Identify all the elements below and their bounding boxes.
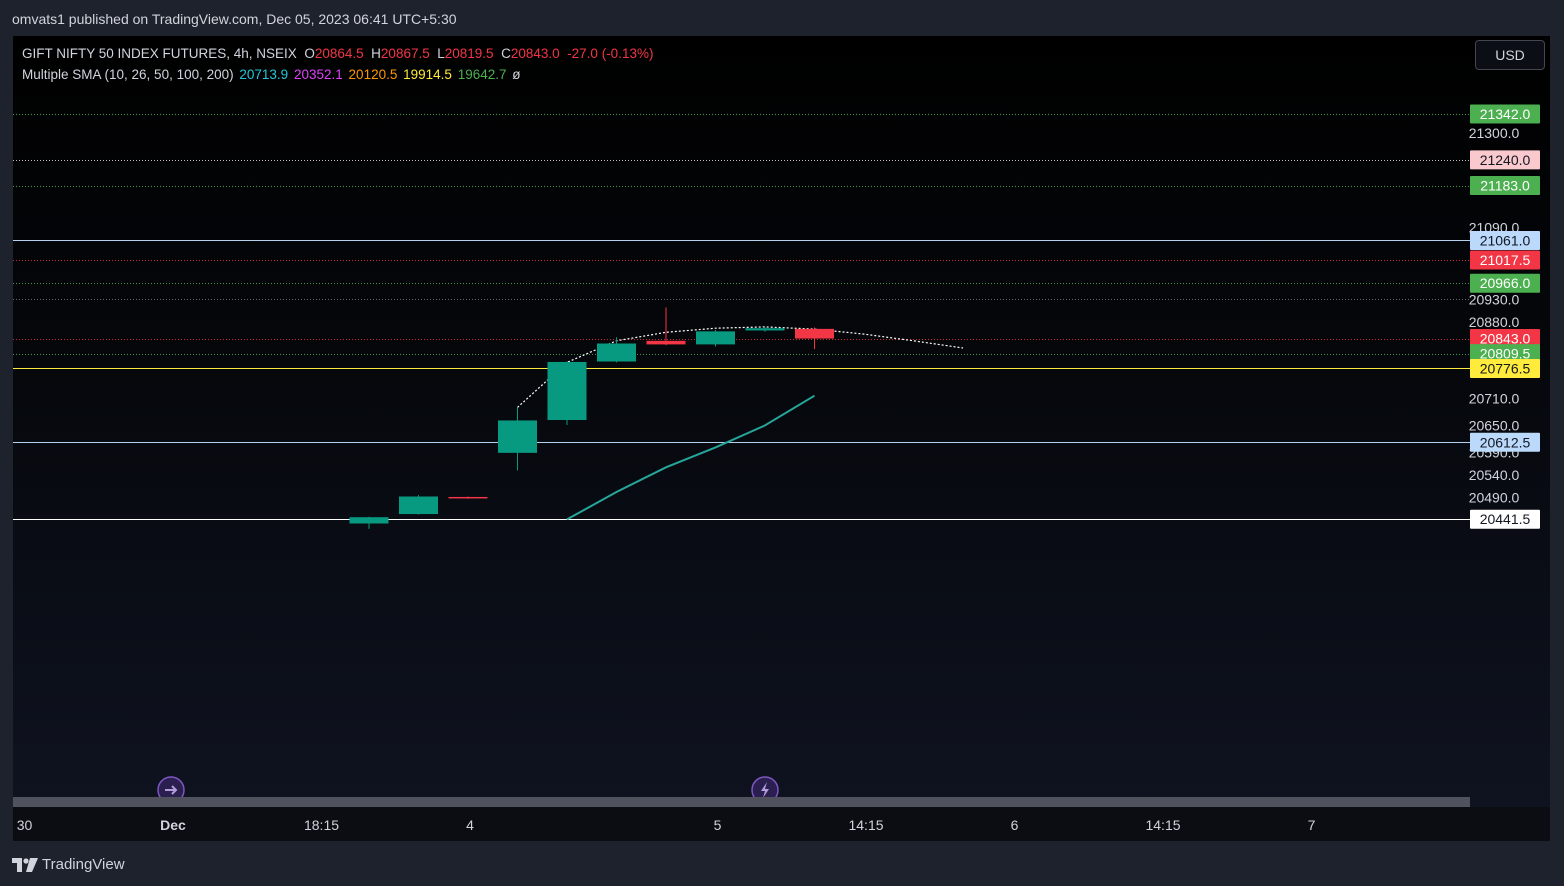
tradingview-logo-icon (12, 857, 38, 872)
sma-value-10: 20713.9 (239, 67, 289, 82)
open-label: O (304, 46, 315, 61)
change-value: -27.0 (-0.13%) (567, 46, 654, 61)
price-label-11[interactable]: 20441.5 (1470, 509, 1540, 529)
price-label-text: 21183.0 (1480, 178, 1530, 194)
candle-body (597, 343, 636, 362)
symbol-title: GIFT NIFTY 50 INDEX FUTURES, 4h, NSEIX (22, 46, 297, 61)
time-tick-label: 5 (713, 817, 722, 833)
time-tick-label: Dec (160, 817, 186, 833)
candle-body (448, 496, 488, 499)
hidden-values-icon[interactable]: ø (512, 67, 520, 82)
candle-body (349, 517, 389, 524)
price-label-text: 20966.0 (1480, 275, 1531, 291)
price-tick-label: 20930.0 (1469, 291, 1520, 307)
price-label-text: 21017.5 (1480, 252, 1531, 268)
top-bar: omvats1 published on TradingView.com, De… (0, 0, 1564, 36)
time-tick-label: 30 (16, 817, 33, 833)
time-tick-label: 14:15 (1145, 817, 1181, 833)
sma-value-26: 20352.1 (293, 67, 343, 82)
symbol-legend: GIFT NIFTY 50 INDEX FUTURES, 4h, NSEIX O… (22, 46, 653, 61)
price-label-text: 21061.0 (1480, 232, 1531, 248)
brand-name: TradingView (42, 856, 125, 873)
sma-title: Multiple SMA (10, 26, 50, 100, 200) (22, 67, 234, 82)
candle-body (399, 496, 438, 515)
published-info: omvats1 published on TradingView.com, De… (12, 11, 457, 27)
time-tick-label: 18:15 (303, 817, 340, 833)
price-tick-label: 21300.0 (1469, 125, 1520, 141)
high-label: H (371, 46, 381, 61)
price-label-text: 21342.0 (1480, 106, 1531, 122)
price-label-text: 20776.5 (1480, 360, 1531, 376)
chart-canvas[interactable]: 21300.021090.020930.020880.020710.020650… (13, 36, 1550, 807)
price-label-9[interactable]: 20776.5 (1470, 358, 1540, 378)
candle-body (646, 340, 686, 345)
candle-1[interactable] (399, 495, 438, 515)
chart-pane[interactable]: 21300.0 21090.0 20930.0 20880.0 20710.0 20650… (13, 36, 1550, 807)
sma-value-50: 20120.5 (348, 67, 398, 82)
price-label-0[interactable]: 21342.0 (1470, 104, 1540, 124)
candle-3[interactable] (498, 407, 537, 471)
candle-body (498, 420, 537, 453)
candle-9[interactable] (795, 327, 834, 350)
currency-button[interactable]: USD (1475, 40, 1545, 70)
price-tick-label: 20710.0 (1469, 390, 1520, 406)
scale-edge-band (13, 797, 1470, 807)
candle-5[interactable] (597, 337, 636, 363)
sma-value-200: 19642.7 (457, 67, 507, 82)
price-tick-label: 20880.0 (1469, 314, 1520, 330)
price-tick-label: 20490.0 (1469, 489, 1520, 505)
footer: TradingView (0, 841, 1564, 886)
time-tick-label: 7 (1307, 817, 1316, 833)
low-value: 20819.5 (444, 46, 494, 61)
sma-line (566, 394, 816, 521)
time-tick-label: 6 (1010, 817, 1019, 833)
candle-7[interactable] (696, 330, 735, 347)
low-label: L (437, 46, 445, 61)
price-label-5[interactable]: 20966.0 (1470, 273, 1540, 293)
candle-body (795, 328, 834, 339)
candle-4[interactable] (547, 361, 587, 425)
candle-body (547, 361, 587, 420)
candle-0[interactable] (349, 516, 389, 529)
price-label-text: 20441.5 (1480, 511, 1531, 527)
candle-2[interactable] (448, 496, 488, 499)
price-label-10[interactable]: 20612.5 (1470, 432, 1540, 452)
price-tick-label: 20540.0 (1469, 467, 1520, 483)
high-value: 20867.5 (380, 46, 430, 61)
close-value: 20843.0 (510, 46, 560, 61)
time-tick-label: 14:15 (848, 817, 884, 833)
sma-value-100: 19914.5 (403, 67, 452, 82)
price-label-4[interactable]: 21017.5 (1470, 250, 1540, 270)
price-tick-label: 20650.0 (1469, 417, 1520, 433)
open-value: 20864.5 (314, 46, 364, 61)
candle-body (696, 331, 735, 345)
tradingview-brand[interactable]: TradingView (12, 856, 125, 873)
close-label: C (501, 46, 511, 61)
price-label-text: 20612.5 (1480, 434, 1531, 450)
price-label-3[interactable]: 21061.0 (1470, 230, 1540, 250)
price-label-text: 21240.0 (1480, 152, 1531, 168)
candle-body (745, 328, 785, 331)
price-label-2[interactable]: 21183.0 (1470, 176, 1540, 196)
price-label-1[interactable]: 21240.0 (1470, 150, 1540, 170)
time-axis[interactable]: 30 Dec 18:15 4 5 14:15 6 14:15 7 (13, 807, 1550, 841)
time-tick-label: 4 (466, 817, 474, 833)
sma-legend[interactable]: Multiple SMA (10, 26, 50, 100, 200) 2071… (22, 67, 521, 82)
